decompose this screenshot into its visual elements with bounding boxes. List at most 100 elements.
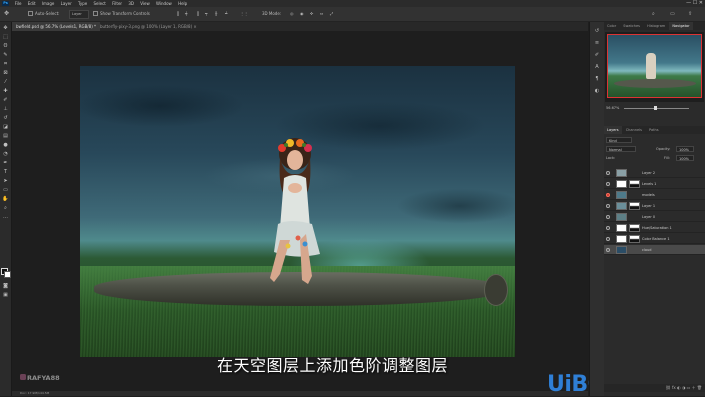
brush-settings-icon[interactable]: ✐ — [594, 52, 600, 58]
slide-3d-icon[interactable]: ⇔ — [320, 11, 323, 17]
distribute-icon[interactable]: ⋮⋮ — [240, 11, 248, 17]
crop-tool-icon[interactable]: ⌗ — [2, 62, 9, 67]
tab-histogram[interactable]: Histogram — [644, 22, 668, 30]
menu-filter[interactable]: Filter — [110, 0, 125, 7]
gradient-tool-icon[interactable]: ▤ — [2, 134, 9, 139]
tab-butterfly[interactable]: butterfly-pixy-3.png @ 100% (Layer 1, RG… — [96, 22, 201, 31]
fill-input[interactable]: 100% — [676, 155, 694, 161]
history-brush-tool-icon[interactable]: ↺ — [2, 116, 9, 121]
filter-kind-dropdown[interactable]: Kind — [606, 137, 632, 143]
menu-view[interactable]: View — [138, 0, 153, 7]
frame-tool-icon[interactable]: ⊠ — [2, 71, 9, 76]
layer-row[interactable]: models — [604, 190, 705, 200]
zoom-slider-handle[interactable] — [654, 106, 657, 110]
type-tool-icon[interactable]: T — [2, 170, 9, 175]
navigator-preview[interactable] — [605, 32, 704, 102]
auto-select-dropdown[interactable]: Layer — [69, 10, 89, 19]
share-icon[interactable]: ⇪ — [688, 11, 692, 17]
visibility-eye-icon[interactable] — [606, 171, 610, 175]
align-left-icon[interactable]: ▕▏ — [175, 11, 181, 17]
move-tool-icon[interactable]: ✥ — [2, 26, 9, 31]
healing-tool-icon[interactable]: ✚ — [2, 89, 9, 94]
eyedropper-tool-icon[interactable]: ⁄ — [2, 80, 9, 85]
checkbox-icon[interactable] — [28, 11, 33, 16]
visibility-eye-icon[interactable] — [606, 193, 610, 197]
workspace-icon[interactable]: ▭ — [670, 11, 675, 17]
menu-window[interactable]: Window — [154, 0, 175, 7]
visibility-eye-icon[interactable] — [606, 248, 610, 252]
more-tools-icon[interactable]: … — [2, 215, 9, 220]
opacity-input[interactable]: 100% — [676, 146, 694, 152]
visibility-eye-icon[interactable] — [606, 182, 610, 186]
tab-navigator[interactable]: Navigator — [669, 22, 693, 30]
screen-mode-icon[interactable]: ▣ — [2, 293, 9, 298]
menu-3d[interactable]: 3D — [126, 0, 137, 7]
menu-select[interactable]: Select — [91, 0, 108, 7]
lasso-tool-icon[interactable]: ʘ — [2, 44, 9, 49]
document-canvas[interactable] — [80, 66, 515, 357]
align-center-icon[interactable]: ╪ — [185, 11, 187, 17]
quick-select-tool-icon[interactable]: ✎ — [2, 53, 9, 58]
layer-row[interactable]: Layer 1 — [604, 201, 705, 211]
tab-color[interactable]: Color — [604, 22, 619, 30]
scale-3d-icon[interactable]: ⤢ — [330, 11, 333, 17]
properties-icon[interactable]: ≡ — [594, 40, 600, 46]
menu-image[interactable]: Image — [39, 0, 57, 7]
paragraph-icon[interactable]: ¶ — [594, 76, 600, 82]
layer-mask-thumbnail[interactable] — [629, 235, 640, 243]
layer-row[interactable]: Levels 1 — [604, 179, 705, 189]
tab-channels[interactable]: Channels — [623, 126, 645, 134]
orbit-3d-icon[interactable]: ◎ — [290, 11, 294, 17]
shape-tool-icon[interactable]: ▭ — [2, 188, 9, 193]
eraser-tool-icon[interactable]: ◪ — [2, 125, 9, 130]
zoom-value[interactable]: 56.67% — [606, 104, 619, 112]
layers-footer[interactable]: ⛓ fx ◐ ◑ ▭ ＋ 🗑 — [604, 384, 705, 392]
move-icon[interactable]: ✥ — [4, 11, 9, 17]
align-bottom-icon[interactable]: ╧ — [225, 11, 227, 17]
tab-paths[interactable]: Paths — [646, 126, 662, 134]
show-transform-checkbox[interactable] — [93, 11, 98, 16]
menu-type[interactable]: Type — [76, 0, 90, 7]
hand-tool-icon[interactable]: ✋ — [2, 197, 9, 202]
quick-mask-icon[interactable]: ◙ — [2, 284, 9, 289]
window-controls[interactable]: — ☐ ✕ — [686, 0, 703, 7]
stamp-tool-icon[interactable]: ⊥ — [2, 107, 9, 112]
character-icon[interactable]: A — [594, 64, 600, 70]
layer-row[interactable]: Hue/Saturation 1 — [604, 223, 705, 233]
align-right-icon[interactable]: ▕▏ — [195, 11, 201, 17]
menu-help[interactable]: Help — [176, 0, 190, 7]
pen-tool-icon[interactable]: ✒ — [2, 161, 9, 166]
align-middle-icon[interactable]: ╫ — [215, 11, 217, 17]
tab-bwfield[interactable]: bwfield.psd @ 56.7% (Levels1, RGB/8) * — [12, 22, 101, 31]
visibility-eye-icon[interactable] — [606, 215, 610, 219]
tab-swatches[interactable]: Swatches — [620, 22, 643, 30]
menu-layer[interactable]: Layer — [58, 0, 74, 7]
path-select-tool-icon[interactable]: ➤ — [2, 179, 9, 184]
dodge-tool-icon[interactable]: ◔ — [2, 152, 9, 157]
menu-edit[interactable]: Edit — [25, 0, 38, 7]
roll-3d-icon[interactable]: ◉ — [300, 11, 304, 17]
layer-mask-thumbnail[interactable] — [629, 180, 640, 188]
adjustments-icon[interactable]: ◐ — [594, 88, 600, 94]
visibility-eye-icon[interactable] — [606, 204, 610, 208]
history-icon[interactable]: ↺ — [594, 28, 600, 34]
marquee-tool-icon[interactable]: ⬚ — [2, 35, 9, 40]
layer-row[interactable]: Color Balance 1 — [604, 234, 705, 244]
layer-mask-thumbnail[interactable] — [629, 224, 640, 232]
menu-file[interactable]: File — [12, 0, 24, 7]
blend-mode-dropdown[interactable]: Normal — [606, 146, 636, 152]
visibility-eye-icon[interactable] — [606, 226, 610, 230]
search-icon[interactable]: ⌕ — [652, 11, 655, 17]
visibility-eye-icon[interactable] — [606, 237, 610, 241]
align-top-icon[interactable]: ╤ — [205, 11, 207, 17]
navigator-thumbnail[interactable] — [607, 34, 702, 98]
tab-layers[interactable]: Layers — [604, 126, 622, 134]
layer-row[interactable]: cloud — [604, 245, 705, 255]
brush-tool-icon[interactable]: ✐ — [2, 98, 9, 103]
blur-tool-icon[interactable]: ● — [2, 143, 9, 148]
pan-3d-icon[interactable]: ✣ — [310, 11, 313, 17]
zoom-tool-icon[interactable]: ⌕ — [2, 206, 9, 211]
layer-row[interactable]: Layer 2 — [604, 168, 705, 178]
layer-row[interactable]: Layer 0 — [604, 212, 705, 222]
layer-mask-thumbnail[interactable] — [629, 202, 640, 210]
